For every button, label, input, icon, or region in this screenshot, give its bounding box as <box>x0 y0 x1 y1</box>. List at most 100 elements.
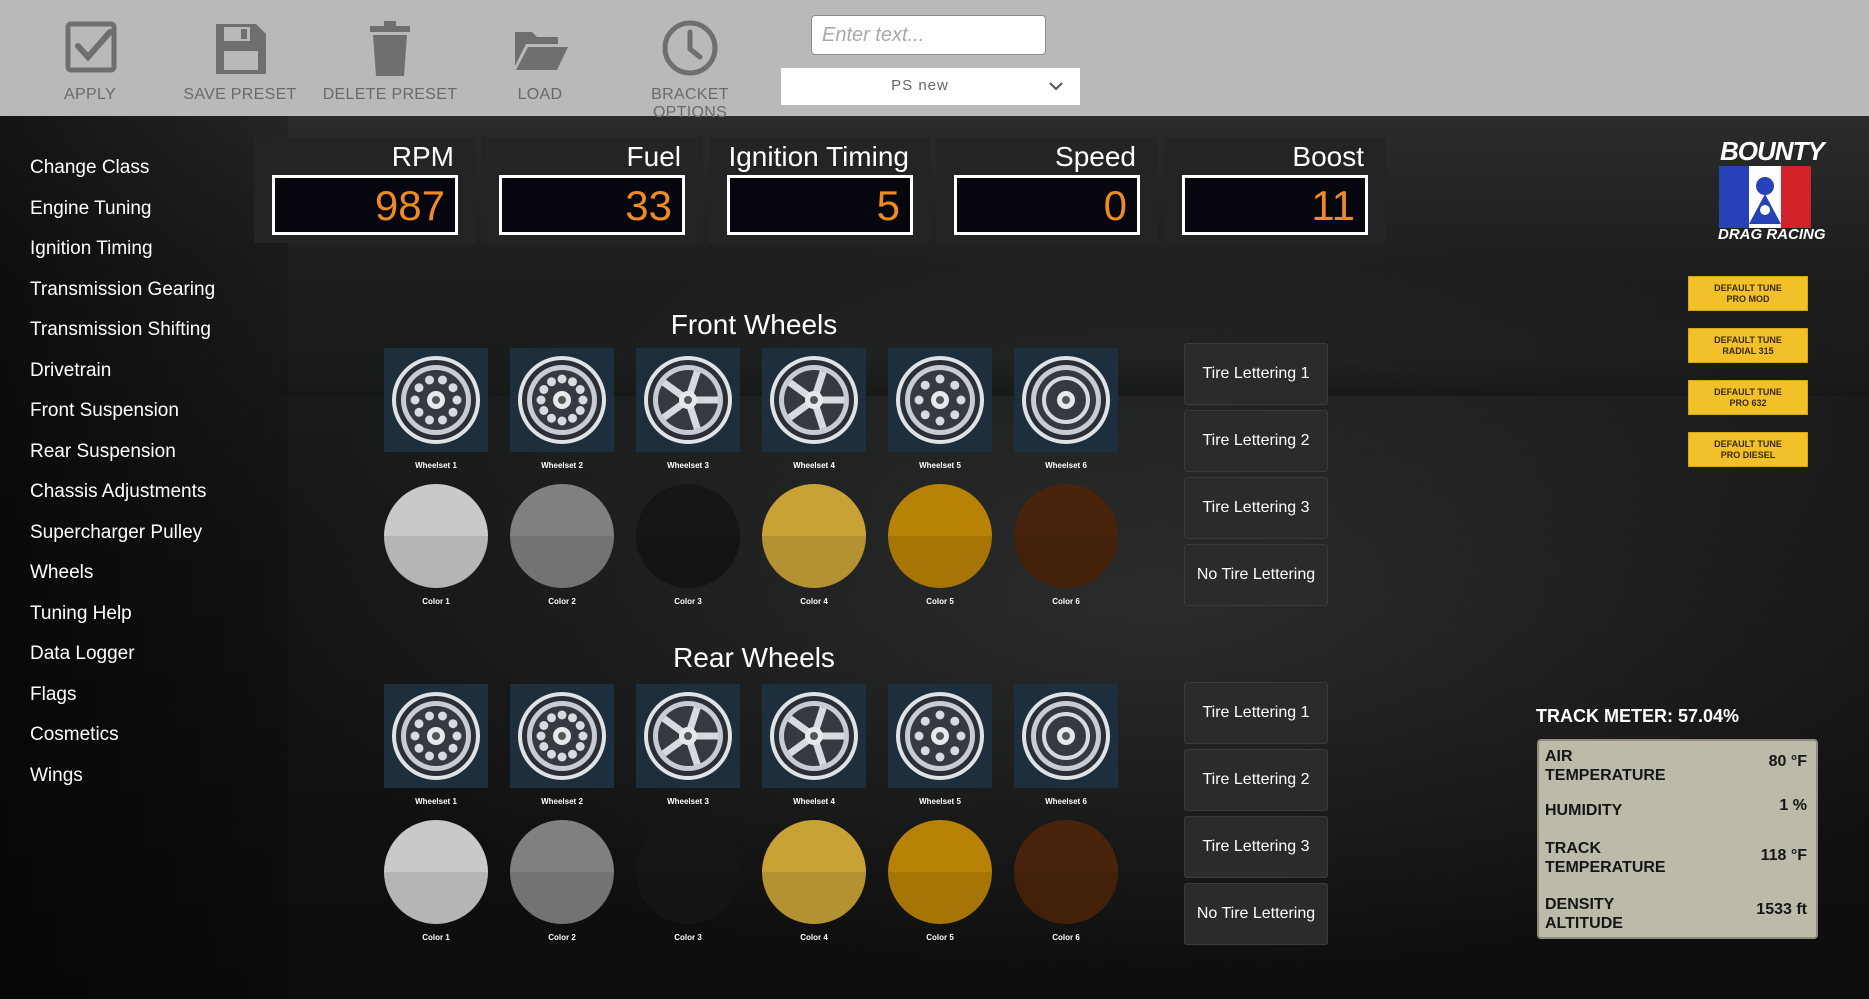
gauge-readout: 5 <box>727 175 913 235</box>
color-6-swatch[interactable] <box>1014 820 1118 924</box>
color-1-swatch[interactable] <box>384 484 488 588</box>
color-label: Color 4 <box>762 933 866 942</box>
default-tune-pro-mod-button[interactable]: DEFAULT TUNE PRO MOD <box>1688 276 1808 311</box>
gauge-readout: 11 <box>1182 175 1368 235</box>
preset-name-input[interactable] <box>811 15 1046 55</box>
color-2-swatch[interactable] <box>510 820 614 924</box>
tire-lettering-4-button[interactable]: No Tire Lettering <box>1184 544 1328 606</box>
wheelset-3-tile[interactable] <box>636 684 740 788</box>
sidebar-item-change-class[interactable]: Change Class <box>30 154 215 195</box>
row-value: 1533 ft <box>1756 901 1807 919</box>
color-6-swatch[interactable] <box>1014 484 1118 588</box>
sidebar-item-transmission-gearing[interactable]: Transmission Gearing <box>30 276 215 317</box>
tune-line2: PRO 632 <box>1689 398 1807 409</box>
gauge-title: Fuel <box>627 141 681 173</box>
default-tune-pro-632-button[interactable]: DEFAULT TUNE PRO 632 <box>1688 380 1808 415</box>
tire-lettering-2-button[interactable]: Tire Lettering 2 <box>1184 410 1328 472</box>
gauge-readout: 33 <box>499 175 685 235</box>
tire-lettering-1-button[interactable]: Tire Lettering 1 <box>1184 682 1328 744</box>
sidebar-item-data-logger[interactable]: Data Logger <box>30 640 215 681</box>
wheelset-6-tile[interactable] <box>1014 348 1118 452</box>
preset-dropdown-value: PS new <box>781 77 1059 94</box>
wheelset-5-tile[interactable] <box>888 348 992 452</box>
track-temperature-row: TRACK TEMPERATURE 118 °F <box>1545 839 1813 879</box>
wheelset-label: Wheelset 5 <box>888 797 992 806</box>
row-value: 1 % <box>1779 797 1807 815</box>
wheelset-label: Wheelset 2 <box>510 797 614 806</box>
wheel-rim-icon <box>888 348 992 452</box>
sidebar-item-ignition-timing[interactable]: Ignition Timing <box>30 235 215 276</box>
bracket-options-button[interactable]: BRACKET OPTIONS <box>615 18 765 122</box>
wheelset-1-tile[interactable] <box>384 348 488 452</box>
color-5-swatch[interactable] <box>888 820 992 924</box>
sidebar-item-tuning-help[interactable]: Tuning Help <box>30 600 215 641</box>
sidebar-item-chassis-adjustments[interactable]: Chassis Adjustments <box>30 478 215 519</box>
color-5-swatch[interactable] <box>888 484 992 588</box>
clock-icon <box>660 18 720 78</box>
color-label: Color 6 <box>1014 597 1118 606</box>
wheelset-3-tile[interactable] <box>636 348 740 452</box>
sidebar-item-transmission-shifting[interactable]: Transmission Shifting <box>30 316 215 357</box>
floppy-disk-icon <box>210 18 270 78</box>
sidebar-item-wings[interactable]: Wings <box>30 762 215 803</box>
gauge-readout: 0 <box>954 175 1140 235</box>
wheel-rim-icon <box>1014 684 1118 788</box>
boost-gauge: Boost 11 <box>1164 137 1386 243</box>
gauge-value: 5 <box>877 182 900 230</box>
tune-line1: DEFAULT TUNE <box>1689 283 1807 294</box>
color-label: Color 5 <box>888 597 992 606</box>
tire-lettering-2-button[interactable]: Tire Lettering 2 <box>1184 749 1328 811</box>
row-label: HUMIDITY <box>1545 801 1622 820</box>
tire-lettering-3-button[interactable]: Tire Lettering 3 <box>1184 816 1328 878</box>
sidebar-item-rear-suspension[interactable]: Rear Suspension <box>30 438 215 479</box>
wheelset-4-tile[interactable] <box>762 684 866 788</box>
default-tune-pro-diesel-button[interactable]: DEFAULT TUNE PRO DIESEL <box>1688 432 1808 467</box>
front-wheels-title: Front Wheels <box>654 309 854 341</box>
wheel-rim-icon <box>510 684 614 788</box>
row-value: 118 °F <box>1761 847 1807 865</box>
sidebar-item-front-suspension[interactable]: Front Suspension <box>30 397 215 438</box>
load-button[interactable]: LOAD <box>465 18 615 104</box>
sidebar-item-cosmetics[interactable]: Cosmetics <box>30 721 215 762</box>
color-3-swatch[interactable] <box>636 820 740 924</box>
wheelset-label: Wheelset 6 <box>1014 461 1118 470</box>
sidebar-item-supercharger-pulley[interactable]: Supercharger Pulley <box>30 519 215 560</box>
humidity-row: HUMIDITY 1 % <box>1545 801 1813 825</box>
top-toolbar: APPLY SAVE PRESET DELETE PRESET LOAD BRA… <box>0 0 1869 116</box>
tire-lettering-1-button[interactable]: Tire Lettering 1 <box>1184 343 1328 405</box>
wheelset-2-tile[interactable] <box>510 684 614 788</box>
save-preset-button[interactable]: SAVE PRESET <box>165 18 315 104</box>
wheelset-2-tile[interactable] <box>510 348 614 452</box>
tire-lettering-4-button[interactable]: No Tire Lettering <box>1184 883 1328 945</box>
tune-line1: DEFAULT TUNE <box>1689 387 1807 398</box>
apply-button[interactable]: APPLY <box>15 18 165 104</box>
sidebar-item-wheels[interactable]: Wheels <box>30 559 215 600</box>
sidebar-item-drivetrain[interactable]: Drivetrain <box>30 357 215 398</box>
wheelset-5-tile[interactable] <box>888 684 992 788</box>
gauge-value: 11 <box>1311 182 1355 230</box>
wheel-rim-icon <box>510 348 614 452</box>
gauge-value: 987 <box>375 182 445 230</box>
rear-wheels-title: Rear Wheels <box>654 642 854 674</box>
default-tune-radial-315-button[interactable]: DEFAULT TUNE RADIAL 315 <box>1688 328 1808 363</box>
folder-open-icon <box>510 18 570 78</box>
tune-line2: PRO MOD <box>1689 294 1807 305</box>
color-1-swatch[interactable] <box>384 820 488 924</box>
delete-preset-button[interactable]: DELETE PRESET <box>315 18 465 104</box>
track-conditions-panel: AIR TEMPERATURE 80 °F HUMIDITY 1 % TRACK… <box>1537 739 1818 939</box>
color-4-swatch[interactable] <box>762 484 866 588</box>
wheel-rim-icon <box>636 684 740 788</box>
wheelset-label: Wheelset 3 <box>636 461 740 470</box>
preset-dropdown[interactable]: PS new <box>781 68 1080 105</box>
wheelset-6-tile[interactable] <box>1014 684 1118 788</box>
sidebar-item-flags[interactable]: Flags <box>30 681 215 722</box>
color-3-swatch[interactable] <box>636 484 740 588</box>
tire-lettering-3-button[interactable]: Tire Lettering 3 <box>1184 477 1328 539</box>
gauge-title: Boost <box>1292 141 1364 173</box>
sidebar-item-engine-tuning[interactable]: Engine Tuning <box>30 195 215 236</box>
wheelset-label: Wheelset 5 <box>888 461 992 470</box>
color-2-swatch[interactable] <box>510 484 614 588</box>
color-4-swatch[interactable] <box>762 820 866 924</box>
wheelset-4-tile[interactable] <box>762 348 866 452</box>
wheelset-1-tile[interactable] <box>384 684 488 788</box>
